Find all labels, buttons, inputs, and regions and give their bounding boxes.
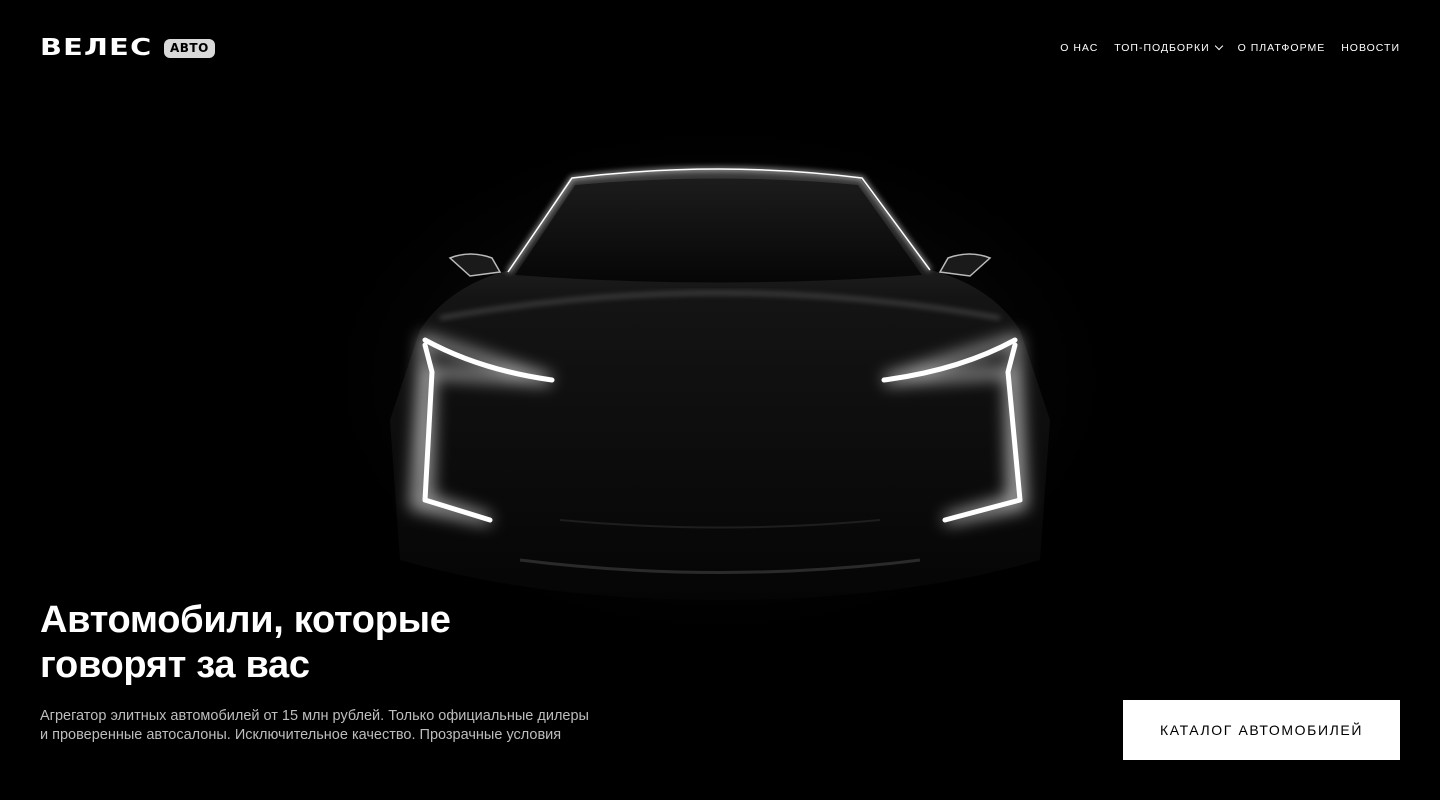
nav-item-news[interactable]: НОВОСТИ xyxy=(1341,42,1400,54)
hero-section: ВЕЛЕС АВТО О НАС ТОП-ПОДБОРКИ О ПЛАТФОРМ… xyxy=(0,0,1440,800)
hero-subtitle: Агрегатор элитных автомобилей от 15 млн … xyxy=(40,708,589,743)
logo-wordmark: ВЕЛЕС xyxy=(40,35,153,61)
hero-headline-line1: Автомобили, которые xyxy=(40,599,451,641)
site-header: ВЕЛЕС АВТО О НАС ТОП-ПОДБОРКИ О ПЛАТФОРМ… xyxy=(40,30,1400,66)
chevron-down-icon xyxy=(1214,41,1223,51)
catalog-button[interactable]: КАТАЛОГ АВТОМОБИЛЕЙ xyxy=(1123,700,1400,760)
main-nav: О НАС ТОП-ПОДБОРКИ О ПЛАТФОРМЕ НОВОСТИ xyxy=(1060,41,1400,54)
nav-item-top-collections[interactable]: ТОП-ПОДБОРКИ xyxy=(1114,41,1223,54)
nav-item-about[interactable]: О НАС xyxy=(1060,42,1098,54)
logo-link[interactable]: ВЕЛЕС АВТО xyxy=(40,35,215,61)
nav-item-label: ТОП-ПОДБОРКИ xyxy=(1114,42,1210,54)
hero-headline: Автомобили, которые говорят за вас xyxy=(40,598,600,688)
nav-item-label: НОВОСТИ xyxy=(1341,42,1400,54)
nav-item-platform[interactable]: О ПЛАТФОРМЕ xyxy=(1238,42,1326,54)
nav-item-label: О НАС xyxy=(1060,42,1099,54)
hero-headline-line2: говорят за вас xyxy=(40,644,310,686)
nav-item-label: О ПЛАТФОРМЕ xyxy=(1237,42,1326,54)
